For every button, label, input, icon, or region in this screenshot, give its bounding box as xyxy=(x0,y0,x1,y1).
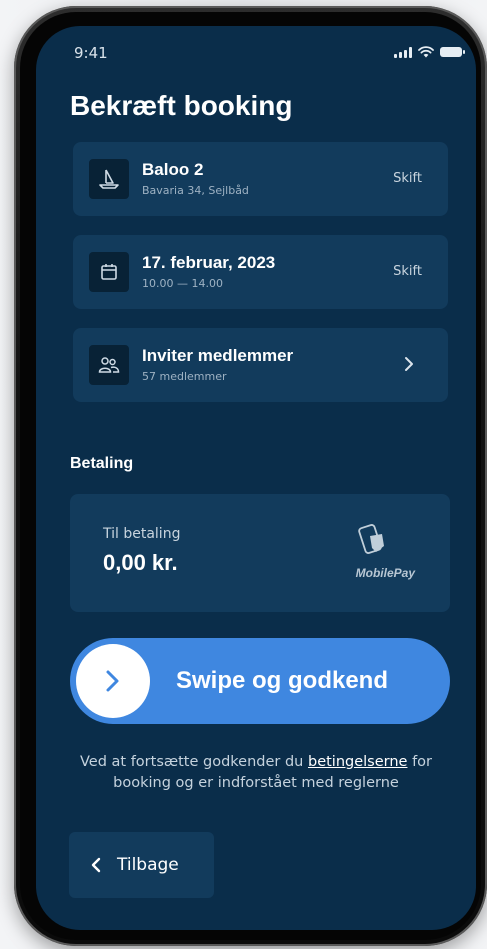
invite-members-card[interactable]: Inviter medlemmer 57 medlemmer xyxy=(73,328,448,402)
change-boat-button[interactable]: Skift xyxy=(393,171,422,186)
mobilepay-icon xyxy=(358,524,384,554)
payment-amount: 0,00 kr. xyxy=(103,550,178,575)
chevron-right-icon xyxy=(106,670,119,692)
swipe-handle[interactable] xyxy=(76,644,150,718)
signal-icon xyxy=(394,46,412,58)
chevron-right-icon xyxy=(405,357,413,371)
terms-text: Ved at fortsætte godkender du betingelse… xyxy=(56,752,456,794)
users-icon xyxy=(89,345,129,385)
boat-name: Baloo 2 xyxy=(142,160,204,179)
payment-label: Til betaling xyxy=(103,526,181,542)
page-title: Bekræft booking xyxy=(70,90,293,121)
sailboat-icon xyxy=(89,159,129,199)
status-bar: 9:41 xyxy=(36,26,476,76)
mobilepay-label: MobilePay xyxy=(355,566,415,580)
swipe-label: Swipe og godkend xyxy=(176,667,389,694)
chevron-left-icon xyxy=(91,857,101,873)
booking-time: 10.00 — 14.00 xyxy=(142,277,223,290)
back-label: Tilbage xyxy=(117,855,179,875)
terms-link[interactable]: betingelserne xyxy=(308,754,407,770)
date-card[interactable]: 17. februar, 2023 10.00 — 14.00 Skift xyxy=(73,235,448,309)
battery-icon xyxy=(440,47,465,57)
invite-title: Inviter medlemmer xyxy=(142,346,294,365)
boat-card[interactable]: Baloo 2 Bavaria 34, Sejlbåd Skift xyxy=(73,142,448,216)
wifi-icon xyxy=(418,46,434,58)
status-icons xyxy=(394,46,465,58)
terms-prefix: Ved at fortsætte godkender du xyxy=(79,754,308,770)
back-button[interactable]: Tilbage xyxy=(69,832,214,898)
swipe-to-confirm[interactable]: Swipe og godkend xyxy=(70,638,450,724)
app-screen: 9:41 Bekræft booking Baloo 2 Bavaria 34,… xyxy=(36,26,476,930)
member-count: 57 medlemmer xyxy=(142,370,227,383)
status-time: 9:41 xyxy=(74,44,108,62)
calendar-icon xyxy=(89,252,129,292)
boat-details: Bavaria 34, Sejlbåd xyxy=(142,184,249,197)
change-date-button[interactable]: Skift xyxy=(393,264,422,279)
payment-card[interactable]: Til betaling 0,00 kr. MobilePay xyxy=(70,494,450,612)
payment-section-title: Betaling xyxy=(70,455,134,472)
booking-date: 17. februar, 2023 xyxy=(142,253,276,272)
